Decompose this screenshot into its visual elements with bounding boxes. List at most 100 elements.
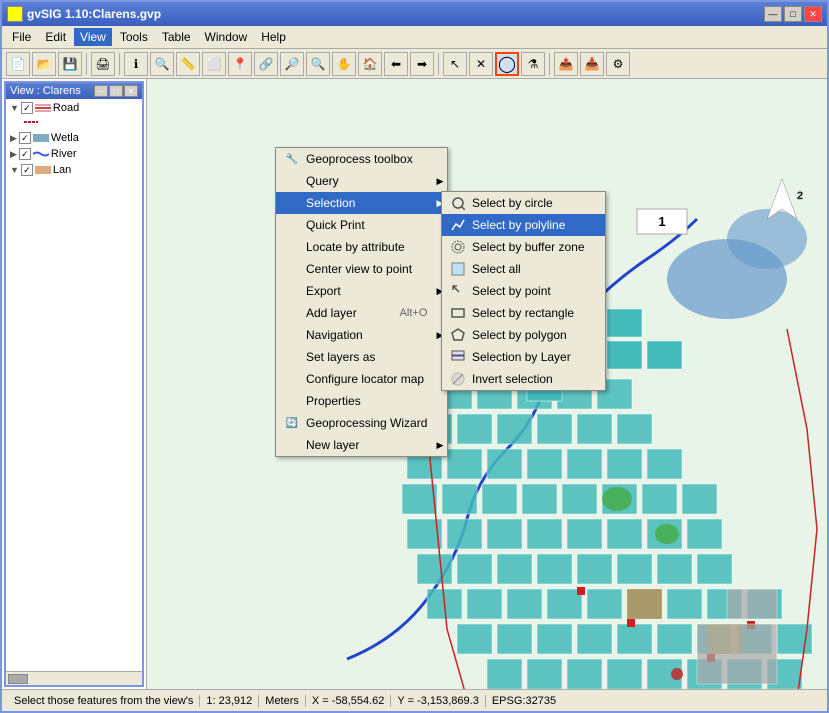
selection-icon — [284, 195, 300, 211]
layer-list: ▼ Road — [6, 99, 142, 671]
checkbox-land[interactable] — [21, 164, 33, 176]
layer-group-wetland: ▶ Wetla — [8, 131, 140, 145]
tb-zoom-in[interactable]: 🔎 — [280, 52, 304, 76]
menu-help[interactable]: Help — [255, 28, 292, 46]
tb-select-circle[interactable]: ◯ — [495, 52, 519, 76]
center-icon — [284, 261, 300, 277]
expand-land: ▼ — [10, 165, 19, 175]
minimize-button[interactable]: — — [764, 6, 782, 22]
tb-query[interactable]: 🔍 — [150, 52, 174, 76]
menu-center-view[interactable]: Center view to point — [276, 258, 447, 280]
menu-export[interactable]: Export ▶ — [276, 280, 447, 302]
properties-icon — [284, 393, 300, 409]
tb-full-extent[interactable]: 🏠 — [358, 52, 382, 76]
menu-navigation[interactable]: Navigation ▶ — [276, 324, 447, 346]
menu-new-layer[interactable]: New layer ▶ — [276, 434, 447, 456]
tb-print[interactable]: 🖨 — [91, 52, 115, 76]
selection-by-layer[interactable]: Selection by Layer — [442, 346, 605, 368]
maximize-button[interactable]: □ — [784, 6, 802, 22]
content-area: View : Clarens — □ ✕ ▼ — [2, 79, 827, 689]
select-all[interactable]: Select all — [442, 258, 605, 280]
tb-select[interactable]: ↖ — [443, 52, 467, 76]
tb-measure[interactable]: 📏 — [176, 52, 200, 76]
tb-open[interactable]: 📂 — [32, 52, 56, 76]
menu-geoprocessing-wizard[interactable]: 🔄 Geoprocessing Wizard — [276, 412, 447, 434]
layer-wetland[interactable]: ▶ Wetla — [8, 131, 140, 145]
menu-tools[interactable]: Tools — [114, 28, 154, 46]
title-bar: gvSIG 1.10:Clarens.gvp — □ ✕ — [2, 2, 827, 26]
checkbox-road[interactable] — [21, 102, 33, 114]
tb-locate[interactable]: 📍 — [228, 52, 252, 76]
menu-geoprocess[interactable]: 🔧 Geoprocess toolbox — [276, 148, 447, 170]
tb-link[interactable]: 🔗 — [254, 52, 278, 76]
left-panel: View : Clarens — □ ✕ ▼ — [2, 79, 147, 689]
tb-filter[interactable]: ⚗ — [521, 52, 545, 76]
menu-add-layer[interactable]: Add layer Alt+O — [276, 302, 447, 324]
land-icon — [35, 165, 51, 175]
status-message: Select those features from the view's — [8, 695, 200, 707]
svg-text:1: 1 — [658, 214, 665, 229]
invert-icon — [450, 371, 466, 387]
close-button[interactable]: ✕ — [804, 6, 822, 22]
select-circle[interactable]: Select by circle — [442, 192, 605, 214]
toc-close[interactable]: ✕ — [124, 85, 138, 97]
menu-edit[interactable]: Edit — [39, 28, 72, 46]
add-layer-icon — [284, 305, 300, 321]
tb-sep3 — [438, 53, 439, 75]
menu-selection[interactable]: Selection ▶ — [276, 192, 447, 214]
wetland-icon — [33, 133, 49, 143]
tb-new[interactable]: 📄 — [6, 52, 30, 76]
toc-maximize[interactable]: □ — [109, 85, 123, 97]
select-polygon[interactable]: Select by polygon — [442, 324, 605, 346]
menu-properties[interactable]: Properties — [276, 390, 447, 412]
menu-query[interactable]: Query ▶ — [276, 170, 447, 192]
tb-pan[interactable]: ✋ — [332, 52, 356, 76]
select-polyline[interactable]: Select by polyline — [442, 214, 605, 236]
tb-settings[interactable]: ⚙ — [606, 52, 630, 76]
horizontal-scrollbar[interactable] — [6, 671, 142, 685]
menu-table[interactable]: Table — [156, 28, 197, 46]
rectangle-icon — [450, 305, 466, 321]
selection-submenu: Select by circle Select by polyline Sele… — [441, 191, 606, 391]
toc-minimize[interactable]: — — [94, 85, 108, 97]
tb-zoom-next[interactable]: ➡ — [410, 52, 434, 76]
select-point[interactable]: Select by point — [442, 280, 605, 302]
map-area[interactable]: 1 2 — [147, 79, 827, 689]
tb-zoom-out[interactable]: 🔍 — [306, 52, 330, 76]
layer-road[interactable]: ▼ Road — [8, 101, 140, 115]
menu-configure-locator[interactable]: Configure locator map — [276, 368, 447, 390]
tb-info[interactable]: ℹ — [124, 52, 148, 76]
tb-area[interactable]: ⬜ — [202, 52, 226, 76]
invert-selection[interactable]: Invert selection — [442, 368, 605, 390]
select-buffer[interactable]: Select by buffer zone — [442, 236, 605, 258]
checkbox-wetland[interactable] — [19, 132, 31, 144]
menu-file[interactable]: File — [6, 28, 37, 46]
expand-river: ▶ — [10, 149, 17, 160]
navigation-icon — [284, 327, 300, 343]
layer-group-river: ▶ River — [8, 147, 140, 161]
scroll-thumb[interactable] — [8, 674, 28, 684]
tb-clear[interactable]: ✕ — [469, 52, 493, 76]
menu-locate[interactable]: Locate by attribute — [276, 236, 447, 258]
tb-zoom-prev[interactable]: ⬅ — [384, 52, 408, 76]
checkbox-river[interactable] — [19, 148, 31, 160]
tb-save[interactable]: 💾 — [58, 52, 82, 76]
select-rectangle[interactable]: Select by rectangle — [442, 302, 605, 324]
layer-land[interactable]: ▼ Lan — [8, 163, 140, 177]
query-arrow: ▶ — [436, 176, 443, 187]
view-menu-dropdown: 🔧 Geoprocess toolbox Query ▶ Selection ▶ — [275, 147, 448, 457]
export-icon — [284, 283, 300, 299]
title-controls: — □ ✕ — [764, 6, 822, 22]
tb-export[interactable]: 📤 — [554, 52, 578, 76]
menu-quick-print[interactable]: Quick Print — [276, 214, 447, 236]
window-title: gvSIG 1.10:Clarens.gvp — [27, 7, 161, 21]
tb-import[interactable]: 📥 — [580, 52, 604, 76]
menu-set-layers[interactable]: Set layers as — [276, 346, 447, 368]
road-sub-icon — [24, 118, 38, 126]
menu-view[interactable]: View — [74, 28, 112, 46]
menu-window[interactable]: Window — [199, 28, 254, 46]
toc-title: View : Clarens — □ ✕ — [6, 83, 142, 99]
tb-sep1 — [86, 53, 87, 75]
configure-icon — [284, 371, 300, 387]
layer-river[interactable]: ▶ River — [8, 147, 140, 161]
